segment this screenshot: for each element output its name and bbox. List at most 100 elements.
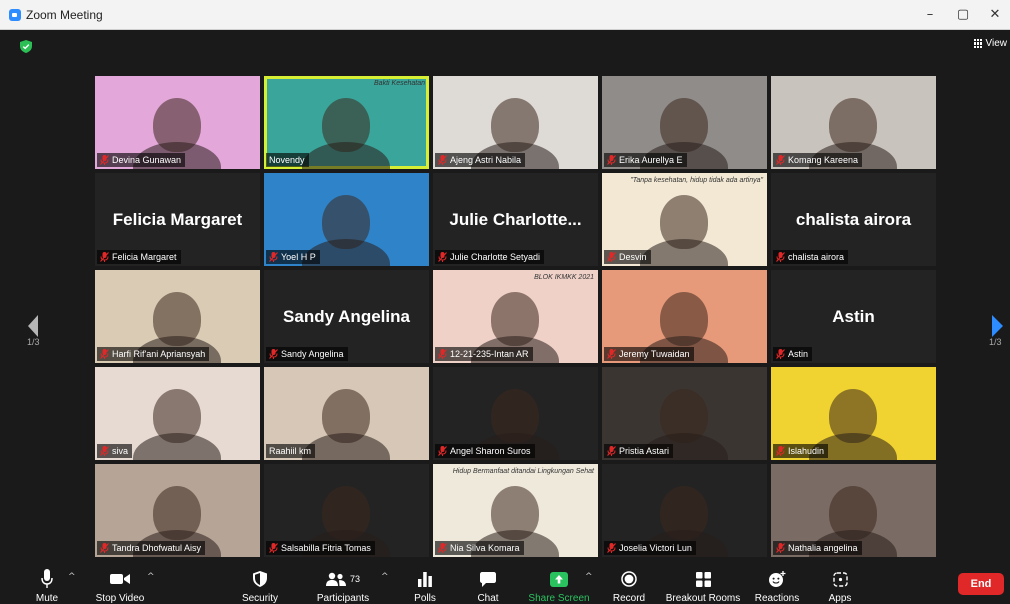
participant-tile[interactable]: Harfi Rif'ani Apriansyah	[95, 270, 260, 363]
video-camera-icon	[110, 574, 130, 584]
participant-name: Nia Silva Komara	[450, 543, 520, 553]
participants-button[interactable]: 73 Participants	[314, 564, 372, 604]
participant-name: Islahudin	[788, 446, 825, 456]
apps-icon	[832, 571, 848, 587]
end-meeting-button[interactable]: End	[958, 573, 1004, 595]
shield-icon[interactable]	[20, 40, 32, 53]
participant-tile[interactable]: Astin Astin	[771, 270, 936, 363]
record-button[interactable]: Record	[612, 564, 646, 604]
participant-name-label: Julie Charlotte Setyadi	[435, 250, 545, 264]
participant-name: Erika Aurellya E	[619, 155, 683, 165]
participant-name: Julie Charlotte Setyadi	[450, 252, 541, 262]
participant-name: Tandra Dhofwatul Aisy	[112, 543, 202, 553]
polls-bar-chart-icon	[418, 571, 432, 587]
participant-tile[interactable]: Jeremy Tuwaidan	[602, 270, 767, 363]
participant-tile[interactable]: Joselia Victori Lun	[602, 464, 767, 557]
close-button[interactable]: ✕	[980, 5, 1010, 25]
participant-tile[interactable]: siva	[95, 367, 260, 460]
muted-microphone-icon	[100, 446, 109, 456]
security-button[interactable]: Security	[240, 564, 280, 604]
participant-tile[interactable]: Ajeng Astri Nabila	[433, 76, 598, 169]
participant-name-label: Salsabilla Fitria Tomas	[266, 541, 375, 555]
mute-options-caret[interactable]: ^	[68, 572, 76, 582]
share-screen-button[interactable]: Share Screen	[528, 564, 590, 604]
participant-name: 12-21-235-Intan AR	[450, 349, 529, 359]
share-screen-label: Share Screen	[528, 593, 590, 604]
participant-tile[interactable]: Komang Kareena	[771, 76, 936, 169]
stop-video-button[interactable]: Stop Video	[94, 564, 146, 604]
polls-label: Polls	[414, 593, 436, 604]
muted-microphone-icon	[607, 543, 616, 553]
muted-microphone-icon	[607, 446, 616, 456]
muted-microphone-icon	[607, 252, 616, 262]
participant-body	[133, 433, 221, 460]
participant-tile[interactable]: BLOK IKMKK 2021 12-21-235-Intan AR	[433, 270, 598, 363]
reactions-button[interactable]: Reactions	[754, 564, 800, 604]
participants-count: 73	[349, 574, 360, 584]
muted-microphone-icon	[438, 543, 447, 553]
participant-name: Pristia Astari	[619, 446, 670, 456]
muted-microphone-icon	[607, 155, 616, 165]
maximize-button[interactable]: ▢	[948, 5, 978, 25]
participant-name-label: Ajeng Astri Nabila	[435, 153, 526, 167]
record-icon	[621, 571, 637, 587]
participant-name: Harfi Rif'ani Apriansyah	[112, 349, 206, 359]
participant-name-label: Nia Silva Komara	[435, 541, 524, 555]
participant-tile[interactable]: Islahudin	[771, 367, 936, 460]
participant-name: Desvin	[619, 252, 647, 262]
participant-tile[interactable]: Salsabilla Fitria Tomas	[264, 464, 429, 557]
muted-microphone-icon	[438, 446, 447, 456]
participant-tile[interactable]: Raahiil km	[264, 367, 429, 460]
background-overlay-text: BLOK IKMKK 2021	[534, 274, 594, 281]
participant-name-label: chalista airora	[773, 250, 849, 264]
apps-button[interactable]: Apps	[826, 564, 854, 604]
participant-tile[interactable]: Hidup Bermanfaat ditandai Lingkungan Seh…	[433, 464, 598, 557]
participant-name: siva	[112, 446, 129, 456]
stop-video-label: Stop Video	[95, 593, 145, 604]
participant-tile[interactable]: chalista airora chalista airora	[771, 173, 936, 266]
participant-tile[interactable]: Angel Sharon Suros	[433, 367, 598, 460]
participant-name: Raahiil km	[269, 446, 312, 456]
breakout-rooms-button[interactable]: Breakout Rooms	[666, 564, 740, 604]
participant-name: Salsabilla Fitria Tomas	[281, 543, 371, 553]
chat-bubble-icon	[480, 571, 496, 587]
participant-tile[interactable]: Yoel H P	[264, 173, 429, 266]
participant-name-label: Angel Sharon Suros	[435, 444, 535, 458]
share-screen-arrow-icon	[550, 571, 568, 587]
video-options-caret[interactable]: ^	[147, 572, 155, 582]
polls-button[interactable]: Polls	[410, 564, 440, 604]
participant-tile[interactable]: Sandy Angelina Sandy Angelina	[264, 270, 429, 363]
title-bar: Zoom Meeting – ▢ ✕	[0, 0, 1010, 30]
participant-tile[interactable]: Felicia Margaret Felicia Margaret	[95, 173, 260, 266]
participant-name: Joselia Victori Lun	[619, 543, 692, 553]
participants-options-caret[interactable]: ^	[381, 572, 389, 582]
reactions-label: Reactions	[754, 593, 800, 604]
participant-tile[interactable]: Nathalia angelina	[771, 464, 936, 557]
participant-name-label: Desvin	[604, 250, 651, 264]
participant-name: Komang Kareena	[788, 155, 859, 165]
participant-tile[interactable]: Tandra Dhofwatul Aisy	[95, 464, 260, 557]
muted-microphone-icon	[438, 252, 447, 262]
participant-tile[interactable]: Bakti Kesehatan Novendy	[264, 76, 429, 169]
background-overlay-text: Bakti Kesehatan	[374, 80, 425, 87]
mute-button[interactable]: Mute	[30, 564, 64, 604]
share-options-caret[interactable]: ^	[585, 572, 593, 582]
zoom-logo-icon	[9, 9, 21, 21]
background-overlay-text: Hidup Bermanfaat ditandai Lingkungan Seh…	[452, 468, 594, 475]
mute-label: Mute	[35, 593, 59, 604]
view-button[interactable]: View	[973, 38, 1008, 49]
participant-tile[interactable]: Devina Gunawan	[95, 76, 260, 169]
participant-tile[interactable]: "Tanpa kesehatan, hidup tidak ada artiny…	[602, 173, 767, 266]
participants-icon	[325, 572, 346, 586]
participant-name-label: Astin	[773, 347, 813, 361]
participant-tile[interactable]: Erika Aurellya E	[602, 76, 767, 169]
participant-tile[interactable]: Pristia Astari	[602, 367, 767, 460]
chat-button[interactable]: Chat	[473, 564, 503, 604]
participant-name: Devina Gunawan	[112, 155, 182, 165]
page-indicator-right: 1/3	[989, 337, 1002, 347]
view-label: View	[985, 38, 1008, 49]
muted-microphone-icon	[100, 543, 109, 553]
participant-tile[interactable]: Julie Charlotte... Julie Charlotte Setyad…	[433, 173, 598, 266]
minimize-button[interactable]: –	[915, 5, 945, 25]
participant-name-label: Raahiil km	[266, 444, 316, 458]
